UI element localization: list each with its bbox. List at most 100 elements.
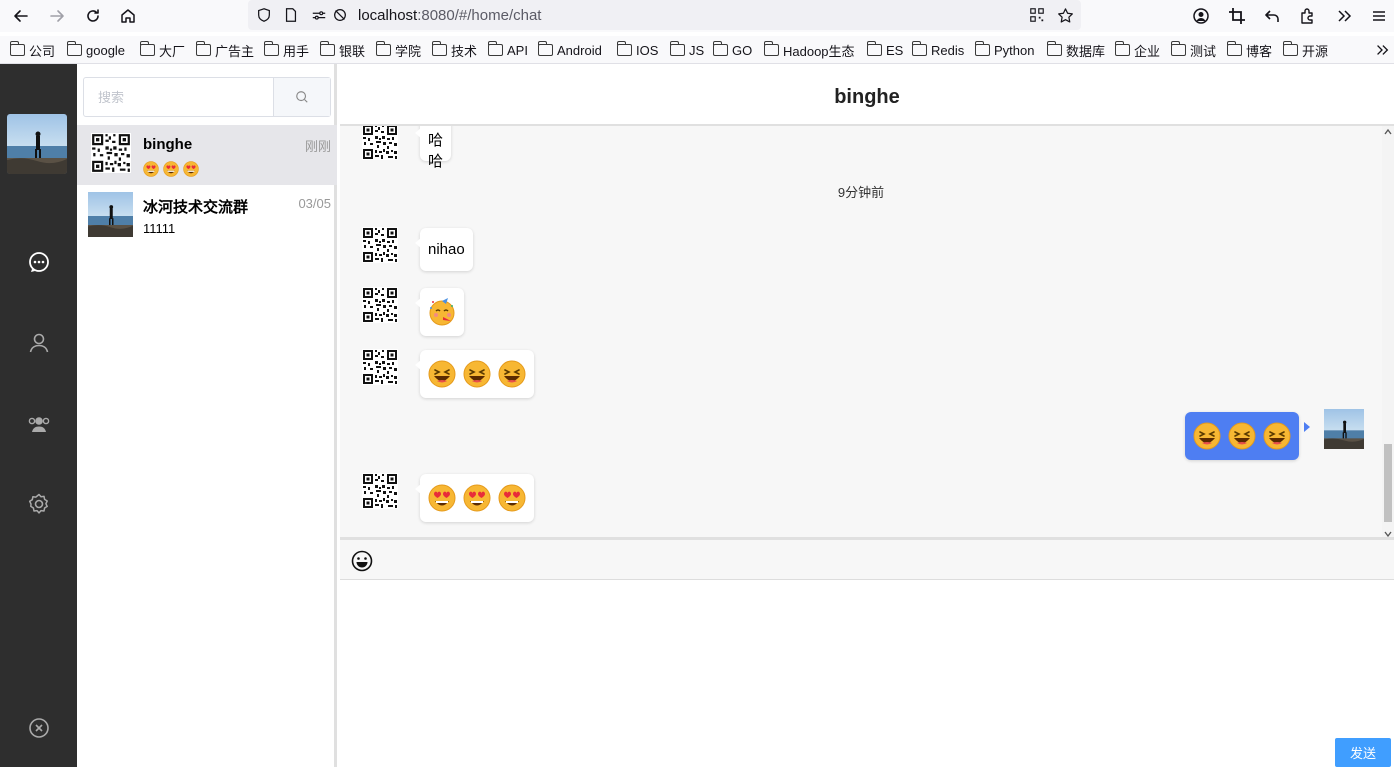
address-bar[interactable]: localhost:8080/#/home/chat xyxy=(248,0,1081,30)
search-input[interactable] xyxy=(84,78,274,116)
sender-avatar xyxy=(362,473,398,509)
message-input[interactable] xyxy=(340,581,1394,767)
bookmark-folder[interactable]: 大厂 xyxy=(139,41,185,59)
my-avatar[interactable] xyxy=(7,114,67,174)
qr-code-icon[interactable] xyxy=(1028,6,1046,24)
menu-icon[interactable] xyxy=(1367,4,1391,28)
settings-gear-icon[interactable] xyxy=(26,491,52,517)
bookmarks-bar: 公司 google 大厂 广告主 用手 银联 学院 技术 API Android… xyxy=(0,36,1394,64)
bookmark-folder[interactable]: 公司 xyxy=(9,41,55,59)
folder-icon xyxy=(1282,41,1298,56)
folder-icon xyxy=(974,41,990,56)
session-name: 冰河技术交流群 xyxy=(143,199,249,216)
session-time: 03/05 xyxy=(298,196,331,211)
session-name: binghe xyxy=(143,136,193,153)
bookmark-folder[interactable]: 学院 xyxy=(375,41,421,59)
scroll-down-arrow-icon[interactable] xyxy=(1384,530,1392,538)
chat-app: binghe 刚刚 冰河技术交流群 03/05 11111 binghe 哈哈哈 xyxy=(0,64,1394,767)
back-arrow-icon[interactable] xyxy=(9,4,33,28)
bookmark-folder[interactable]: google xyxy=(66,41,125,59)
session-preview xyxy=(143,161,199,177)
party-emoji-icon xyxy=(428,298,456,326)
overflow-chevrons-icon[interactable] xyxy=(1332,4,1356,28)
send-button[interactable]: 发送 xyxy=(1335,738,1391,767)
bookmark-folder[interactable]: 开源 xyxy=(1282,41,1328,59)
message-bubble: nihao xyxy=(415,228,473,271)
url-text[interactable]: localhost:8080/#/home/chat xyxy=(358,7,541,24)
bookmark-folder[interactable]: Android xyxy=(537,41,602,59)
folder-icon xyxy=(431,41,447,56)
chat-bubble-icon[interactable] xyxy=(26,249,52,275)
bookmark-folder[interactable]: Hadoop生态 xyxy=(763,41,855,59)
bookmark-folder[interactable]: GO xyxy=(712,41,752,59)
message-list[interactable]: 哈哈哈 9分钟前 nihao xyxy=(340,126,1394,540)
heart-eyes-emoji-icon xyxy=(428,484,456,512)
permissions-icon[interactable] xyxy=(310,6,328,24)
user-icon[interactable] xyxy=(26,330,52,356)
folder-icon xyxy=(375,41,391,56)
account-icon[interactable] xyxy=(1189,4,1213,28)
folder-icon xyxy=(195,41,211,56)
bookmark-folder[interactable]: ES xyxy=(866,41,903,59)
folder-icon xyxy=(319,41,335,56)
heart-eyes-emoji-icon xyxy=(463,484,491,512)
scroll-up-arrow-icon[interactable] xyxy=(1384,128,1392,136)
bookmark-folder[interactable]: 用手 xyxy=(263,41,309,59)
laughing-emoji-icon xyxy=(463,360,491,388)
message-bubble xyxy=(415,350,534,398)
session-item[interactable]: binghe 刚刚 xyxy=(77,125,337,185)
sender-avatar xyxy=(362,227,398,263)
bookmark-star-icon[interactable] xyxy=(1056,6,1074,24)
folder-icon xyxy=(537,41,553,56)
bookmark-folder[interactable]: 企业 xyxy=(1114,41,1160,59)
group-icon[interactable] xyxy=(26,411,52,437)
scroll-thumb[interactable] xyxy=(1384,444,1392,522)
close-circle-icon[interactable] xyxy=(26,715,52,741)
bookmark-folder[interactable]: Redis xyxy=(911,41,964,59)
extensions-icon[interactable] xyxy=(1296,4,1320,28)
tracking-off-icon[interactable] xyxy=(331,6,349,24)
session-item[interactable]: 冰河技术交流群 03/05 11111 xyxy=(77,185,337,245)
crop-screenshot-icon[interactable] xyxy=(1225,4,1249,28)
folder-icon xyxy=(616,41,632,56)
bookmark-folder[interactable]: 银联 xyxy=(319,41,365,59)
bookmark-folder[interactable]: 数据库 xyxy=(1046,41,1105,59)
bookmarks-overflow-chevron-icon[interactable] xyxy=(1374,41,1390,59)
qr-avatar xyxy=(91,133,131,173)
heart-eyes-emoji-icon xyxy=(498,484,526,512)
folder-icon xyxy=(866,41,882,56)
undo-icon[interactable] xyxy=(1260,4,1284,28)
bookmark-folder[interactable]: JS xyxy=(669,41,704,59)
message-scrollbar[interactable] xyxy=(1382,126,1394,538)
search-button[interactable] xyxy=(273,78,330,116)
shield-icon[interactable] xyxy=(255,6,273,24)
folder-icon xyxy=(263,41,279,56)
bookmark-folder[interactable]: 测试 xyxy=(1170,41,1216,59)
bookmark-folder[interactable]: IOS xyxy=(616,41,658,59)
bookmark-folder[interactable]: 广告主 xyxy=(195,41,254,59)
emoji-picker-icon[interactable] xyxy=(351,550,373,572)
bookmark-folder[interactable]: API xyxy=(487,41,528,59)
session-time: 刚刚 xyxy=(304,139,331,154)
home-icon[interactable] xyxy=(116,4,140,28)
message-bubble: 哈哈哈 xyxy=(414,126,452,170)
folder-icon xyxy=(487,41,503,56)
laughing-emoji-icon xyxy=(1228,422,1256,450)
bookmark-folder[interactable]: Python xyxy=(974,41,1034,59)
forward-arrow-icon[interactable] xyxy=(45,4,69,28)
sender-avatar xyxy=(362,349,398,385)
nav-sidebar xyxy=(0,64,77,767)
message-text: nihao xyxy=(428,241,465,258)
bookmark-folder[interactable]: 技术 xyxy=(431,41,477,59)
sender-avatar xyxy=(362,287,398,323)
bookmark-folder[interactable]: 博客 xyxy=(1226,41,1272,59)
heart-eyes-emoji-icon xyxy=(183,161,199,177)
chat-header: binghe xyxy=(340,64,1394,126)
message-bubble xyxy=(415,474,534,522)
folder-icon xyxy=(669,41,685,56)
folder-icon xyxy=(911,41,927,56)
search-box xyxy=(83,77,331,117)
sender-avatar xyxy=(362,126,398,160)
reload-icon[interactable] xyxy=(81,4,105,28)
message-bubble xyxy=(415,288,464,336)
